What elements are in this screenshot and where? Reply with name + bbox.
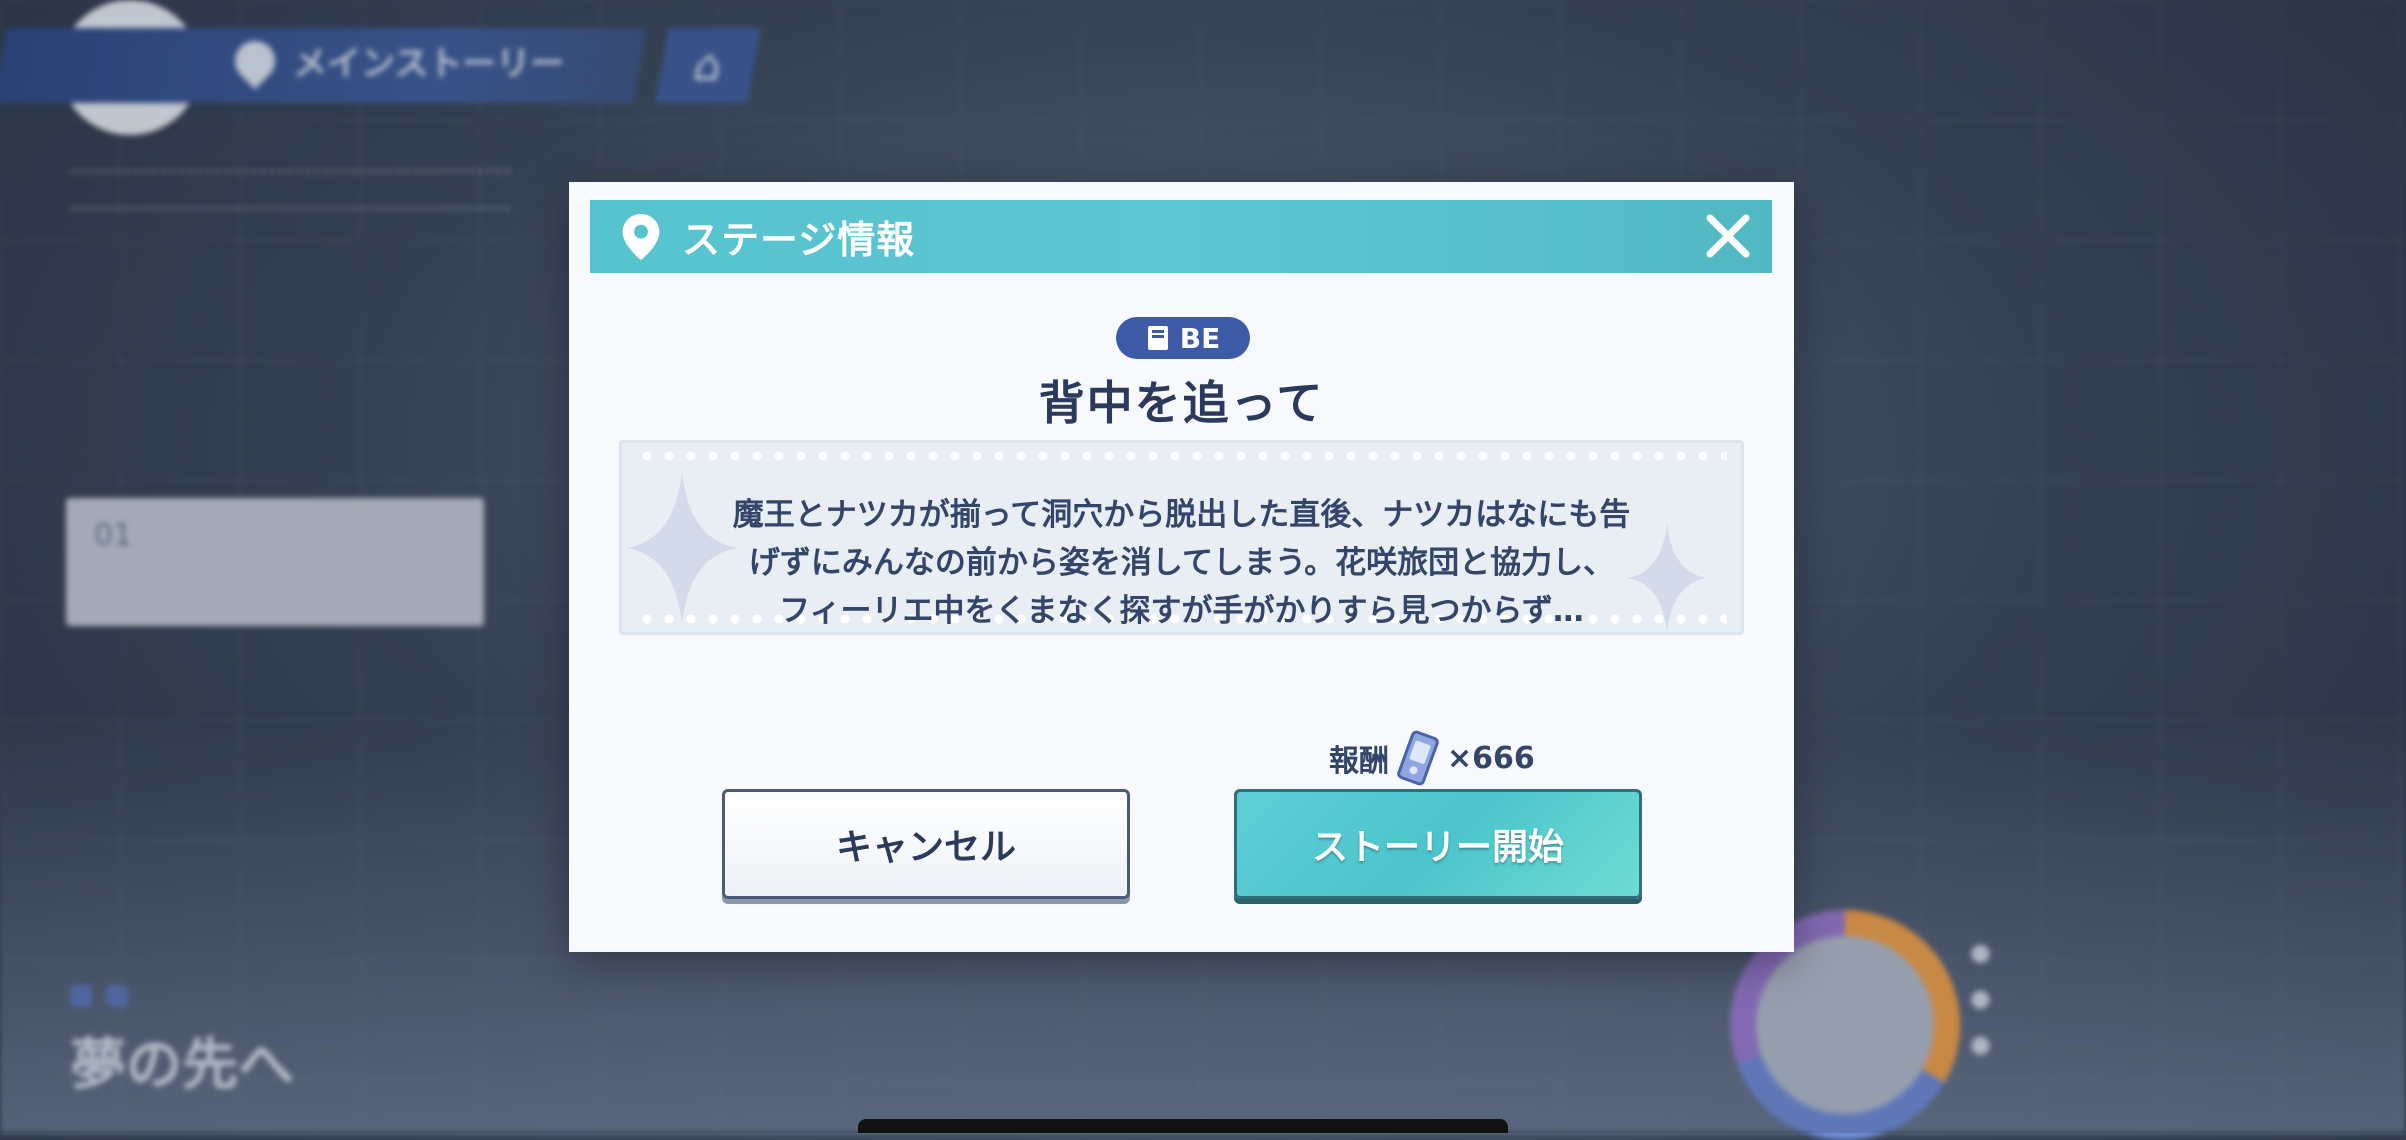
location-pin-icon	[622, 213, 660, 260]
ticket-icon	[1397, 730, 1439, 786]
cancel-button-label: キャンセル	[835, 827, 1016, 868]
reward-label: 報酬	[1329, 744, 1389, 779]
reward-count: ×666	[1447, 740, 1535, 776]
home-indicator[interactable]	[858, 1119, 1508, 1133]
stage-description-box: 魔王とナツカが揃って洞穴から脱出した直後、ナツカはなにも告 げずにみんなの前から…	[619, 440, 1744, 635]
start-story-button[interactable]: ストーリー開始	[1234, 789, 1642, 899]
reward-info: 報酬 ×666	[1329, 730, 1535, 786]
dialog-title: ステージ情報	[682, 218, 916, 262]
dialog-header: ステージ情報	[590, 200, 1772, 273]
description-line: げずにみんなの前から姿を消してしまう。花咲旅団と協力し、	[748, 545, 1615, 581]
description-line: フィーリエ中をくまなく探すが手がかりすら見つからず…	[779, 593, 1584, 629]
film-perforation-top	[636, 451, 1727, 461]
stage-info-dialog: ステージ情報 BE 背中を追って 魔王とナツカが揃って洞穴から脱出した直後、ナツ…	[569, 182, 1794, 952]
book-icon	[1147, 326, 1168, 350]
cancel-button[interactable]: キャンセル	[722, 789, 1130, 899]
badge-label: BE	[1179, 321, 1221, 355]
stage-description: 魔王とナツカが揃って洞穴から脱出した直後、ナツカはなにも告 げずにみんなの前から…	[622, 491, 1741, 635]
close-icon[interactable]	[1698, 206, 1758, 266]
stage-title: 背中を追って	[1038, 376, 1325, 430]
description-line: 魔王とナツカが揃って洞穴から脱出した直後、ナツカはなにも告	[732, 497, 1631, 533]
start-story-button-label: ストーリー開始	[1311, 827, 1564, 868]
story-type-badge: BE	[1116, 317, 1250, 359]
